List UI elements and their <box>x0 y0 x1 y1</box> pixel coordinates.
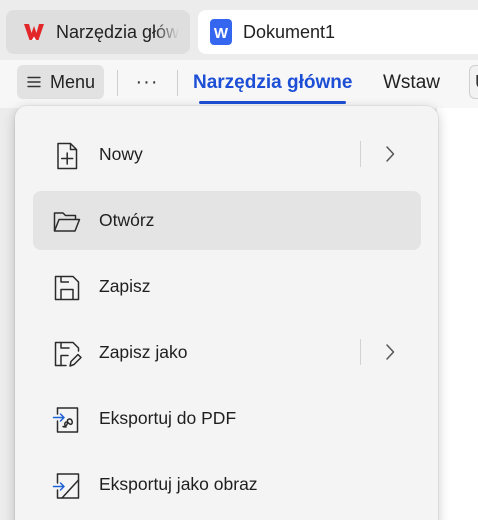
ribbon-divider <box>117 70 118 96</box>
export-pdf-icon <box>51 404 83 436</box>
menu-item-save[interactable]: Zapisz <box>33 257 421 316</box>
menu-item-label: Otwórz <box>99 210 155 230</box>
file-menu-dropdown: Nowy Otwórz Zapisz Zapisz jako Eksportuj… <box>15 106 438 520</box>
ribbon-divider <box>177 70 178 96</box>
menu-item-label: Eksportuj do PDF <box>99 408 237 428</box>
save-as-icon <box>51 338 83 370</box>
tab-label: Narzędzia głów <box>56 21 180 42</box>
tab-document[interactable]: W Dokument1 <box>198 10 478 54</box>
submenu-divider <box>360 141 361 167</box>
more-options-button[interactable]: ··· <box>128 65 166 99</box>
export-image-icon <box>51 470 83 502</box>
folder-open-icon <box>51 206 83 238</box>
ribbon-bar: Menu ··· Narzędzia główne Wstaw U <box>0 60 478 108</box>
tab-home-tools[interactable]: Narzędzia główne <box>193 72 352 104</box>
menu-item-export-pdf[interactable]: Eksportuj do PDF <box>33 389 421 448</box>
tab-insert[interactable]: Wstaw <box>383 72 440 94</box>
save-icon <box>51 272 83 304</box>
menu-item-export-image[interactable]: Eksportuj jako obraz <box>33 455 421 514</box>
writer-doc-icon-letter: W <box>213 25 229 42</box>
writer-doc-icon: W <box>210 19 232 45</box>
wps-logo-icon <box>24 24 44 40</box>
chevron-right-icon[interactable] <box>383 142 397 166</box>
submenu-divider <box>360 339 361 365</box>
hamburger-icon <box>27 76 41 88</box>
menu-item-label: Zapisz jako <box>99 342 188 362</box>
menu-item-new[interactable]: Nowy <box>33 125 421 184</box>
document-canvas[interactable] <box>437 108 478 520</box>
tab-partial[interactable]: U <box>469 65 478 99</box>
menu-button-label: Menu <box>50 71 96 92</box>
menu-item-open[interactable]: Otwórz <box>33 191 421 250</box>
chevron-right-icon[interactable] <box>383 340 397 364</box>
tab-wps-home[interactable]: Narzędzia głów <box>6 10 190 54</box>
menu-item-save-as[interactable]: Zapisz jako <box>33 323 421 382</box>
menu-item-label: Eksportuj jako obraz <box>99 474 258 494</box>
tab-label: Dokument1 <box>243 21 336 42</box>
tab-strip: Narzędzia głów W Dokument1 <box>0 0 478 60</box>
menu-item-label: Nowy <box>99 144 143 164</box>
menu-button[interactable]: Menu <box>17 65 104 99</box>
new-file-icon <box>51 140 83 172</box>
menu-item-label: Zapisz <box>99 276 151 296</box>
